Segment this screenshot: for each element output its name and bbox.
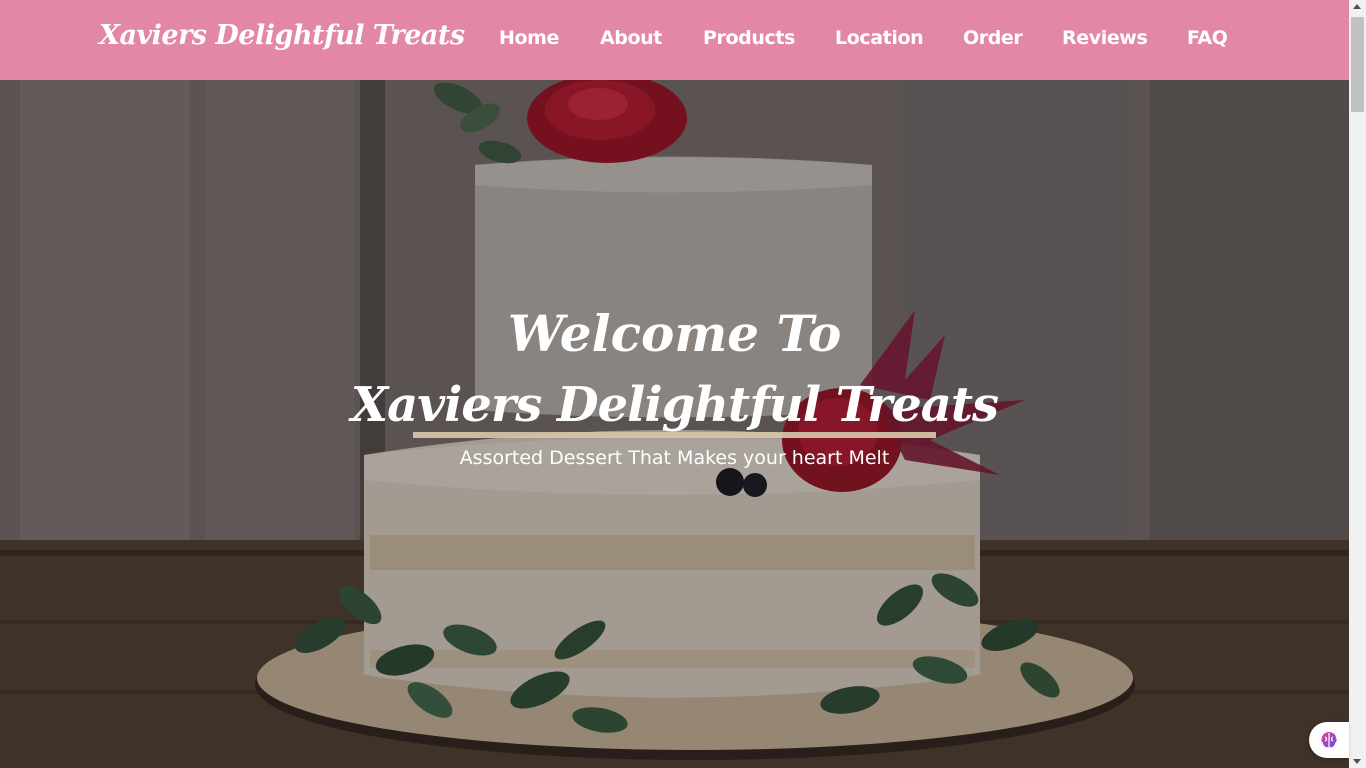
nav-menu: Home About Products Location Order Revie… [0,27,1349,57]
brain-icon [1321,732,1337,748]
page-scrollbar[interactable] [1349,0,1366,768]
hero-text-block: Welcome To Xaviers Delightful Treats Ass… [0,80,1349,768]
assistant-widget-button[interactable] [1309,722,1349,758]
hero-welcome-heading: Welcome To [507,304,842,363]
nav-faq-link[interactable]: FAQ [1187,27,1228,49]
scroll-down-arrow-icon[interactable] [1353,759,1361,764]
nav-about-link[interactable]: About [600,27,662,49]
scroll-thumb[interactable] [1351,17,1364,112]
nav-home-link[interactable]: Home [499,27,559,49]
hero-section: Welcome To Xaviers Delightful Treats Ass… [0,80,1349,768]
nav-reviews-link[interactable]: Reviews [1062,27,1148,49]
hero-title-underline [413,432,936,438]
navbar: Xaviers Delightful Treats Home About Pro… [0,0,1349,80]
nav-location-link[interactable]: Location [835,27,924,49]
scroll-up-arrow-icon[interactable] [1353,4,1361,9]
hero-tagline: Assorted Dessert That Makes your heart M… [459,447,890,469]
page: Xaviers Delightful Treats Home About Pro… [0,0,1366,768]
nav-products-link[interactable]: Products [703,27,795,49]
hero-title: Xaviers Delightful Treats [350,377,999,433]
nav-order-link[interactable]: Order [963,27,1023,49]
